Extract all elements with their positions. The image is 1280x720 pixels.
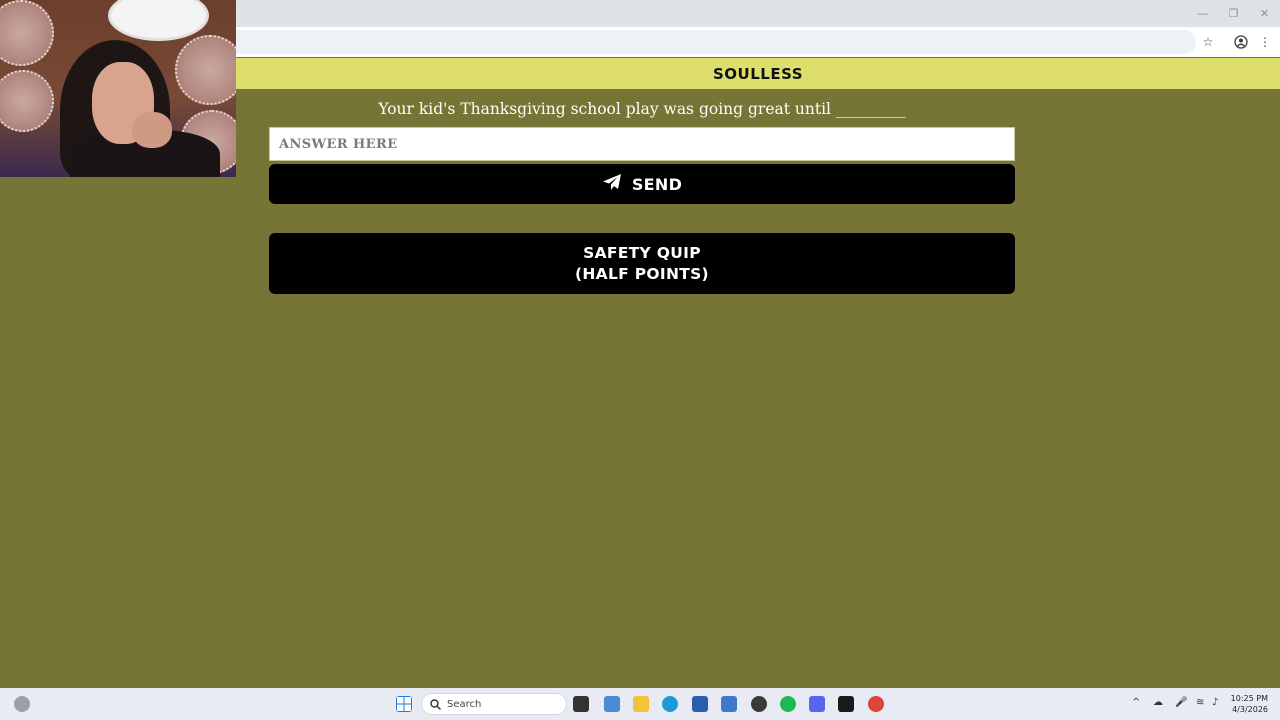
volume-icon[interactable]: ♪ <box>1212 697 1218 708</box>
chrome-icon[interactable] <box>868 696 884 712</box>
clock-time: 10:25 PM <box>1230 694 1268 703</box>
webcam-overlay <box>0 0 236 177</box>
person-hand <box>132 112 172 148</box>
safety-quip-sublabel: (HALF POINTS) <box>575 264 709 283</box>
obs-icon[interactable] <box>751 696 767 712</box>
store-icon[interactable] <box>604 696 620 712</box>
start-icon[interactable] <box>396 696 412 712</box>
safety-quip-label: SAFETY QUIP <box>583 243 701 262</box>
taskbar: Search ^ ☁ 🎤 ≋ ♪ 10:25 PM 4/3/2026 <box>0 688 1280 720</box>
send-button[interactable]: SEND <box>269 164 1015 204</box>
clock-date: 4/3/2026 <box>1232 705 1268 714</box>
game-title: SOULLESS <box>712 64 804 83</box>
address-bar[interactable] <box>236 30 1196 54</box>
paper-plane-icon <box>602 173 622 195</box>
profile-icon[interactable] <box>1233 34 1249 50</box>
cloud-icon[interactable]: ☁ <box>1153 697 1163 708</box>
close-button[interactable]: ✕ <box>1249 0 1280 27</box>
microphone-icon[interactable]: 🎤 <box>1175 697 1187 708</box>
streamlabs-icon[interactable] <box>838 696 854 712</box>
prompt-text: Your kid's Thanksgiving school play was … <box>378 100 906 118</box>
edge-icon[interactable] <box>662 696 678 712</box>
chevron-up-icon[interactable]: ^ <box>1132 697 1140 708</box>
doily-decoration <box>175 35 236 105</box>
task-view-icon[interactable] <box>573 696 589 712</box>
clock[interactable]: 10:25 PM 4/3/2026 <box>1231 693 1268 715</box>
search-icon <box>430 695 441 714</box>
wifi-icon[interactable]: ≋ <box>1196 697 1204 708</box>
safety-quip-button[interactable]: SAFETY QUIP (HALF POINTS) <box>269 233 1015 294</box>
doily-decoration <box>0 0 54 66</box>
app-icon[interactable] <box>692 696 708 712</box>
outlook-icon[interactable] <box>721 696 737 712</box>
file-explorer-icon[interactable] <box>633 696 649 712</box>
taskbar-search[interactable]: Search <box>421 693 567 715</box>
window-controls: — ❐ ✕ <box>1187 0 1280 27</box>
restore-button[interactable]: ❐ <box>1218 0 1249 27</box>
kebab-menu-icon[interactable]: ⋮ <box>1257 34 1273 50</box>
doily-decoration <box>0 70 54 132</box>
search-label: Search <box>447 698 482 710</box>
spotify-icon[interactable] <box>780 696 796 712</box>
game-header: SOULLESS <box>236 58 1280 89</box>
star-icon[interactable]: ☆ <box>1200 34 1216 50</box>
minimize-button[interactable]: — <box>1187 0 1218 27</box>
answer-input[interactable] <box>269 127 1015 161</box>
discord-icon[interactable] <box>809 696 825 712</box>
lamp-shape <box>108 0 209 41</box>
send-label: SEND <box>631 174 683 194</box>
widgets-icon[interactable] <box>14 696 30 712</box>
